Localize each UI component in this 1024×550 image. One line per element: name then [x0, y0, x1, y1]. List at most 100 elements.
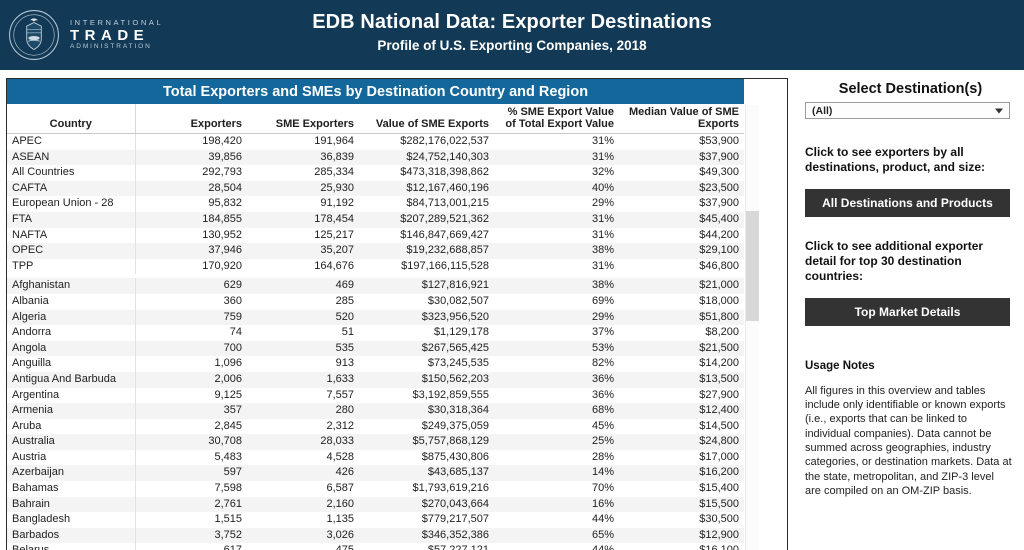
table-scroll-area[interactable]: Country Exporters SME Exporters Value of…: [7, 104, 787, 550]
table-row[interactable]: European Union - 28 95,832 91,192 $84,713,0…: [7, 196, 744, 212]
cell-value-of-sme-exports: $473,318,398,862: [359, 165, 494, 181]
cell-pct-sme-export-value: 31%: [494, 149, 619, 166]
cell-country: Andorra: [7, 325, 136, 341]
cell-country: TPP: [7, 258, 136, 275]
cell-country: Belarus: [7, 543, 136, 550]
table-row[interactable]: Austria 5,483 4,528 $875,430,806 28% $17,000: [7, 449, 744, 466]
cell-median-value-sme-exports: $13,500: [619, 371, 744, 388]
table-row[interactable]: Andorra 74 51 $1,129,178 37% $8,200: [7, 325, 744, 341]
all-destinations-and-products-button[interactable]: All Destinations and Products: [805, 188, 1010, 217]
table-row[interactable]: Azerbaijan 597 426 $43,685,137 14% $16,200: [7, 465, 744, 482]
cell-median-value-sme-exports: $8,200: [619, 325, 744, 341]
table-row[interactable]: Barbados 3,752 3,026 $346,352,386 65% $12,900: [7, 527, 744, 544]
cell-median-value-sme-exports: $29,100: [619, 243, 744, 259]
cell-value-of-sme-exports: $150,562,203: [359, 371, 494, 388]
cell-exporters: 30,708: [135, 434, 247, 450]
cell-pct-sme-export-value: 31%: [494, 227, 619, 244]
usage-notes-body: All figures in this overview and tables …: [805, 384, 1012, 497]
ita-wordmark-text: INTERNATIONAL TRADE ADMINISTRATION: [70, 18, 163, 51]
cell-exporters: 597: [135, 465, 247, 482]
cell-value-of-sme-exports: $3,192,859,555: [359, 387, 494, 404]
destination-select[interactable]: (All): [805, 102, 1010, 119]
cell-median-value-sme-exports: $15,500: [619, 496, 744, 513]
cell-median-value-sme-exports: $30,500: [619, 512, 744, 528]
table-row[interactable]: ASEAN 39,856 36,839 $24,752,140,303 31% $37,9…: [7, 149, 744, 166]
cell-country: Anguilla: [7, 356, 136, 372]
top-market-details-button[interactable]: Top Market Details: [805, 297, 1010, 326]
cell-pct-sme-export-value: 44%: [494, 512, 619, 528]
cell-sme-exporters: 51: [247, 325, 359, 341]
cell-value-of-sme-exports: $84,713,001,215: [359, 196, 494, 212]
app-header: INTERNATIONAL TRADE ADMINISTRATION EDB N…: [0, 0, 1024, 70]
cell-exporters: 184,855: [135, 211, 247, 228]
table-row[interactable]: Albania 360 285 $30,082,507 69% $18,000: [7, 293, 744, 310]
cell-median-value-sme-exports: $17,000: [619, 449, 744, 466]
cell-median-value-sme-exports: $49,300: [619, 165, 744, 181]
cell-sme-exporters: 4,528: [247, 449, 359, 466]
sidebar-title: Select Destination(s): [838, 81, 983, 97]
table-row[interactable]: Australia 30,708 28,033 $5,757,868,129 25% $2…: [7, 434, 744, 450]
table-row[interactable]: NAFTA 130,952 125,217 $146,847,669,427 31% $4…: [7, 227, 744, 244]
table-row[interactable]: APEC 198,420 191,964 $282,176,022,537 31% $53…: [7, 133, 744, 150]
cell-sme-exporters: 285: [247, 293, 359, 310]
ita-line-trade: TRADE: [70, 26, 150, 44]
cell-country: Angola: [7, 340, 136, 357]
table-row[interactable]: Antigua And Barbuda 2,006 1,633 $150,562,20…: [7, 371, 744, 388]
table-row[interactable]: Anguilla 1,096 913 $73,245,535 82% $14,200: [7, 356, 744, 372]
cell-pct-sme-export-value: 16%: [494, 496, 619, 513]
cell-exporters: 28,504: [135, 180, 247, 197]
column-header-value-of-sme-exports[interactable]: Value of SME Exports: [359, 104, 494, 134]
cell-sme-exporters: 2,160: [247, 496, 359, 513]
cell-sme-exporters: 36,839: [247, 149, 359, 166]
cell-country: CAFTA: [7, 180, 136, 197]
table-row[interactable]: OPEC 37,946 35,207 $19,232,688,857 38% $29,10…: [7, 243, 744, 259]
table-row[interactable]: All Countries 292,793 285,334 $473,318,398,…: [7, 165, 744, 181]
table-row[interactable]: Aruba 2,845 2,312 $249,375,059 45% $14,500: [7, 418, 744, 435]
column-header-median-value-sme-exports[interactable]: Median Value of SME Exports: [619, 104, 744, 134]
cell-pct-sme-export-value: 65%: [494, 527, 619, 544]
table-row[interactable]: Argentina 9,125 7,557 $3,192,859,555 36% $27,…: [7, 387, 744, 404]
cell-median-value-sme-exports: $14,200: [619, 356, 744, 372]
cell-exporters: 95,832: [135, 196, 247, 212]
column-header-sme-exporters[interactable]: SME Exporters: [247, 104, 359, 134]
cell-country: Afghanistan: [7, 278, 136, 294]
table-row[interactable]: Angola 700 535 $267,565,425 53% $21,500: [7, 340, 744, 357]
cell-value-of-sme-exports: $249,375,059: [359, 418, 494, 435]
cell-median-value-sme-exports: $21,000: [619, 278, 744, 294]
cell-pct-sme-export-value: 36%: [494, 387, 619, 404]
cell-country: OPEC: [7, 243, 136, 259]
cell-country: FTA: [7, 211, 136, 228]
table-scrollbar-thumb[interactable]: [746, 211, 759, 321]
table-row[interactable]: Belarus617475$57,227,12144%$16,100: [7, 543, 744, 550]
table-row[interactable]: FTA 184,855 178,454 $207,289,521,362 31% $45,…: [7, 211, 744, 228]
table-row[interactable]: CAFTA 28,504 25,930 $12,167,460,196 40% $23,5…: [7, 180, 744, 197]
column-header-country[interactable]: Country: [7, 104, 136, 134]
column-header-exporters[interactable]: Exporters: [135, 104, 247, 134]
cell-pct-sme-export-value: 31%: [494, 258, 619, 275]
table-vertical-scrollbar[interactable]: [745, 105, 759, 550]
cell-country: Bahrain: [7, 496, 136, 513]
ita-logo: INTERNATIONAL TRADE ADMINISTRATION: [8, 7, 168, 63]
table-row[interactable]: Afghanistan 629 469 $127,816,921 38% $21,000: [7, 278, 744, 294]
cell-sme-exporters: 520: [247, 309, 359, 326]
table-row[interactable]: Bahamas 7,598 6,587 $1,793,619,216 70% $15,40…: [7, 481, 744, 497]
cell-exporters: 2,761: [135, 496, 247, 513]
table-row[interactable]: TPP 170,920 164,676 $197,166,115,528 31% $46,…: [7, 258, 744, 275]
cell-exporters: 1,096: [135, 356, 247, 372]
cell-value-of-sme-exports: $875,430,806: [359, 449, 494, 466]
cell-pct-sme-export-value: 31%: [494, 211, 619, 228]
cell-country: Australia: [7, 434, 136, 450]
table-row[interactable]: Armenia 357 280 $30,318,364 68% $12,400: [7, 403, 744, 419]
cell-exporters: 1,515: [135, 512, 247, 528]
cell-value-of-sme-exports: $19,232,688,857: [359, 243, 494, 259]
cell-exporters: 39,856: [135, 149, 247, 166]
table-row[interactable]: Bahrain 2,761 2,160 $270,043,664 16% $15,500: [7, 496, 744, 513]
column-header-pct-sme-export-value[interactable]: % SME Export Value of Total Export Value: [494, 104, 619, 134]
cell-pct-sme-export-value: 29%: [494, 196, 619, 212]
cell-median-value-sme-exports: $45,400: [619, 211, 744, 228]
cell-median-value-sme-exports: $12,900: [619, 527, 744, 544]
cell-median-value-sme-exports: $37,900: [619, 149, 744, 166]
table-row[interactable]: Bangladesh 1,515 1,135 $779,217,507 44% $30,5…: [7, 512, 744, 528]
cell-value-of-sme-exports: $146,847,669,427: [359, 227, 494, 244]
table-row[interactable]: Algeria 759 520 $323,956,520 29% $51,800: [7, 309, 744, 326]
